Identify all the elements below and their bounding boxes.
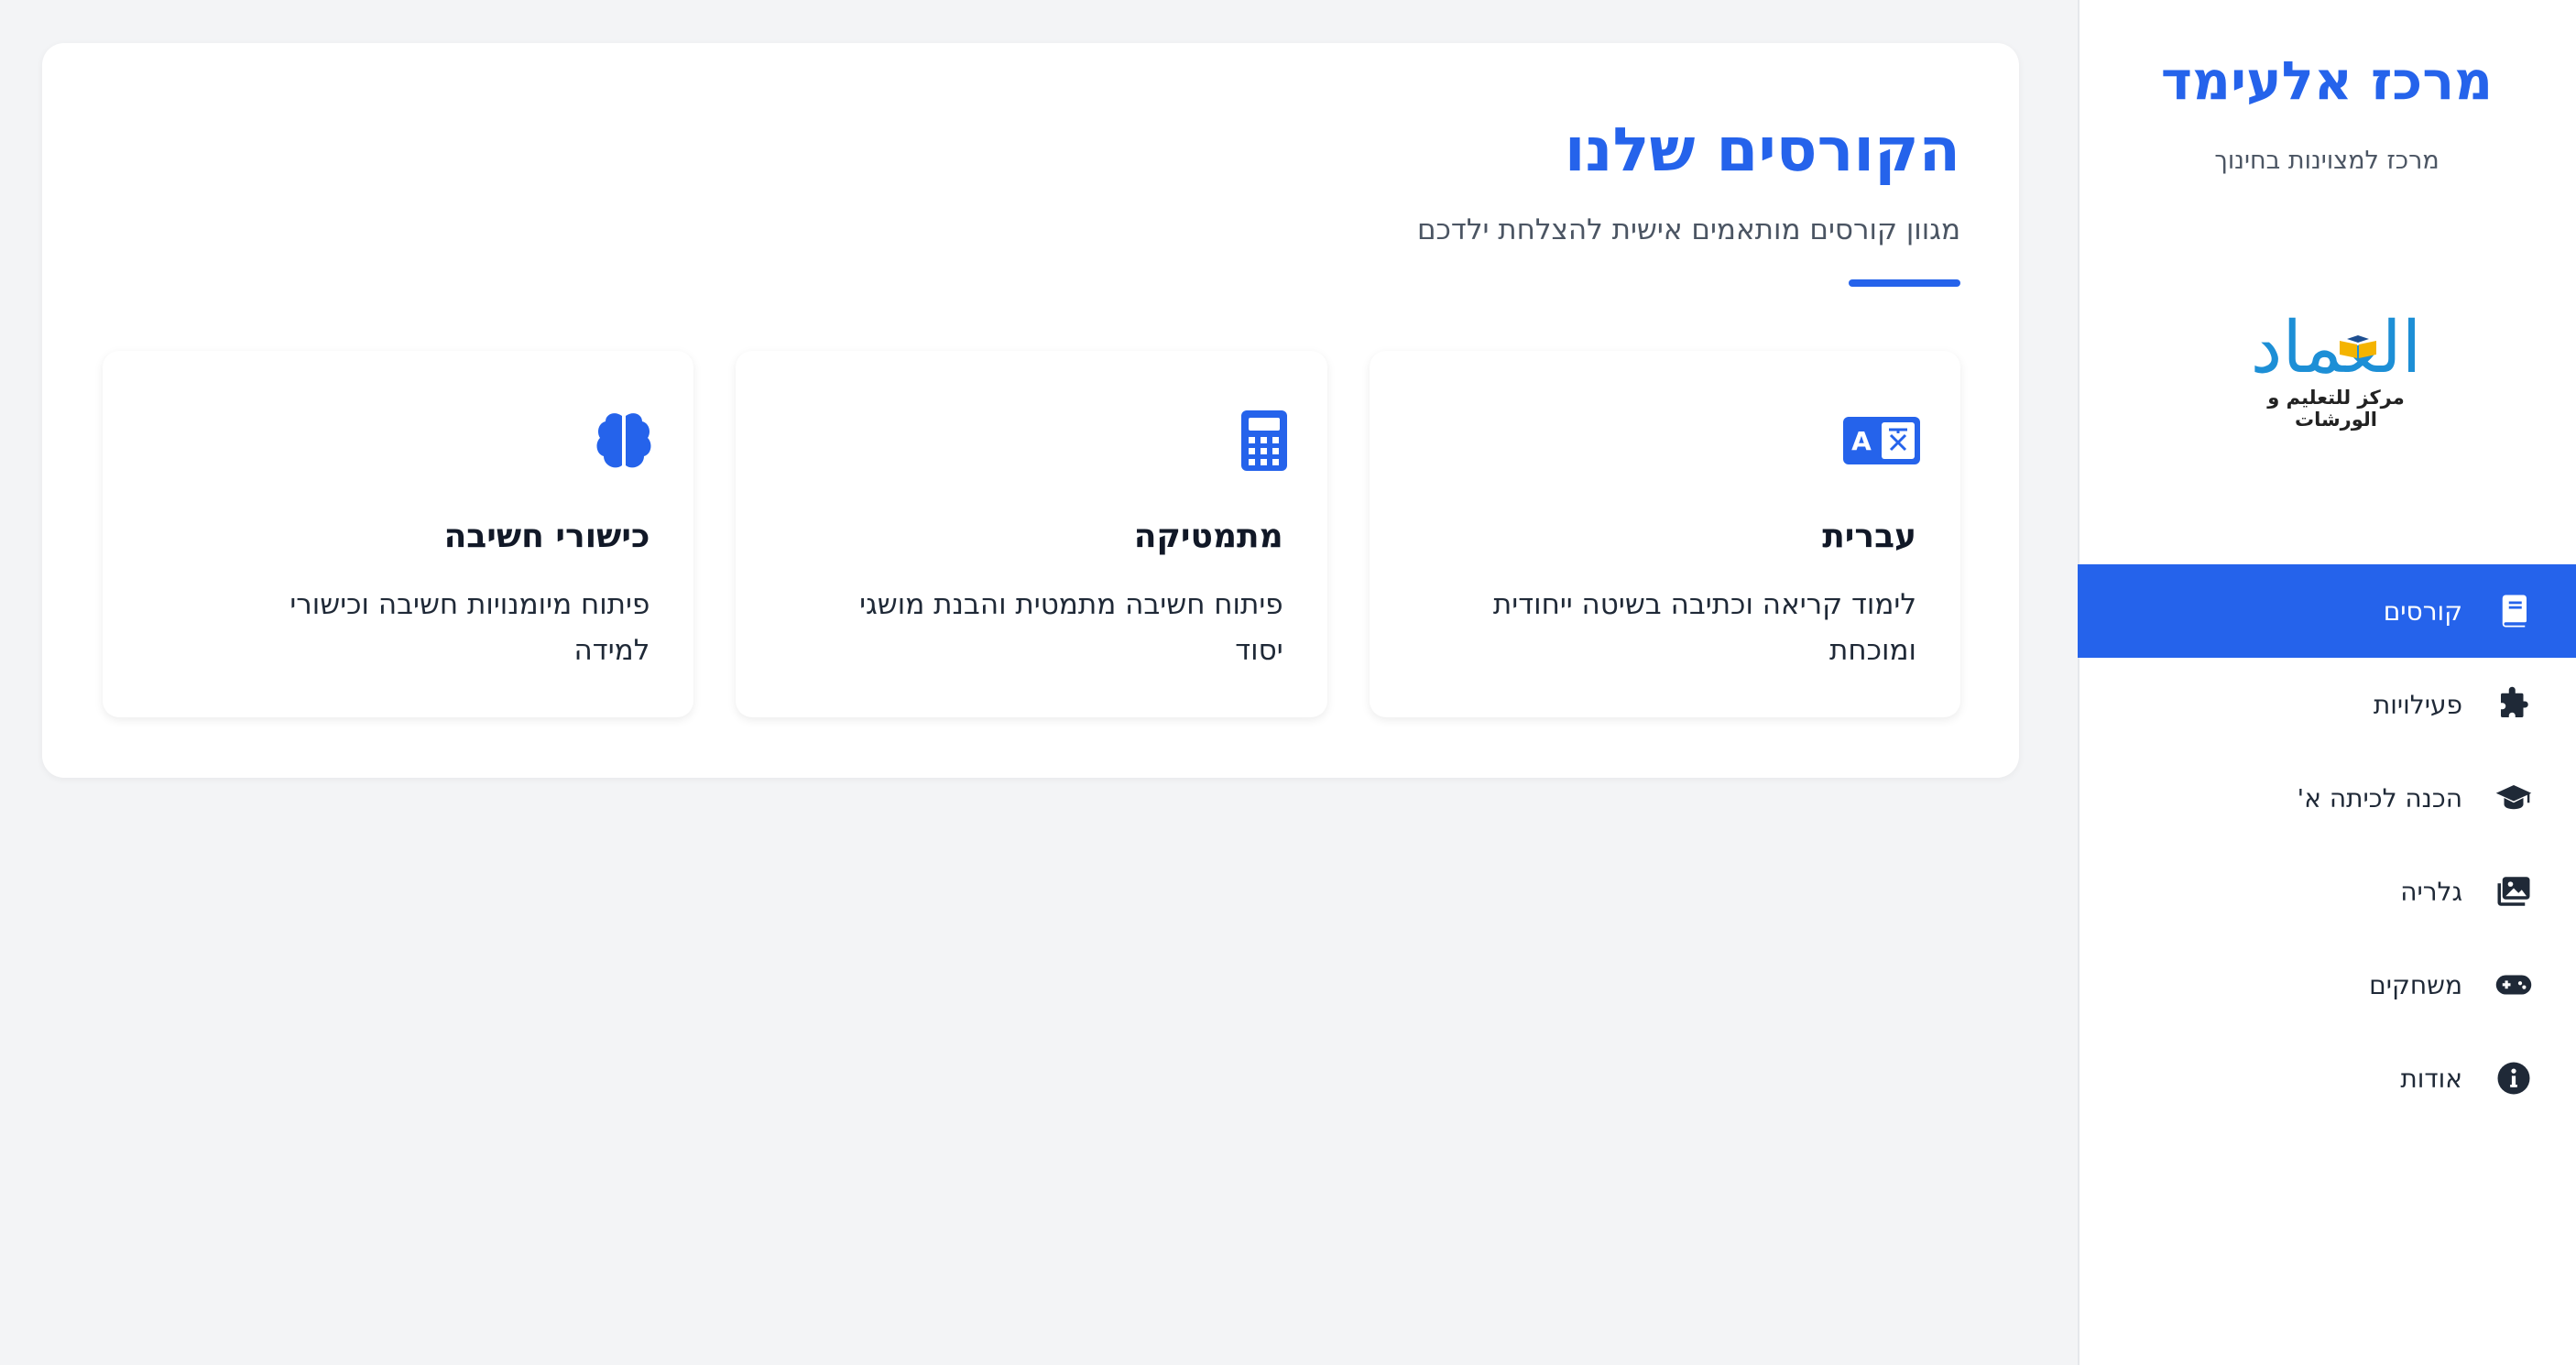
sidebar-item-label: פעילויות (2373, 689, 2462, 720)
sidebar-nav: קורסים פעילויות הכנה לכיתה א' גלריה משחק… (2078, 564, 2576, 1125)
sidebar-item-games[interactable]: משחקים (2078, 938, 2576, 1032)
app-root: מרכז אלעימד מרכז למצוינות בחינוך العماد … (0, 0, 2576, 1365)
sidebar-item-label: הכנה לכיתה א' (2297, 782, 2463, 814)
sidebar-item-label: משחקים (2369, 969, 2462, 1000)
sidebar-item-about[interactable]: אודות (2078, 1032, 2576, 1125)
book-icon (2494, 591, 2534, 631)
gamepad-icon (2494, 965, 2534, 1005)
info-icon (2494, 1058, 2534, 1098)
course-card-hebrew[interactable]: A עברית לימוד קריאה וכתיבה בשיטה ייחודית… (1369, 351, 1960, 717)
logo-text: العماد (2250, 307, 2422, 389)
sidebar-item-label: אודות (2400, 1063, 2462, 1094)
calculator-icon (1210, 406, 1287, 475)
puzzle-icon (2494, 684, 2534, 725)
sidebar-item-label: קורסים (2383, 595, 2462, 627)
course-title: עברית (1822, 518, 1916, 555)
brand-subtitle: מרכז למצוינות בחינוך (2214, 147, 2440, 175)
brain-icon (576, 406, 653, 475)
page-subtitle: מגוון קורסים מותאמים אישית להצלחת ילדכם (1416, 213, 1960, 246)
sidebar-item-grade-one-prep[interactable]: הכנה לכיתה א' (2078, 751, 2576, 845)
sidebar-item-label: גלריה (2400, 876, 2462, 907)
svg-text:A: A (1851, 426, 1872, 456)
course-description: פיתוח מיומנויות חשיבה וכישורי למידה (289, 588, 650, 667)
open-book-icon (2340, 335, 2376, 358)
page-title: הקורסים שלנו (1564, 115, 1960, 185)
graduation-cap-icon (2494, 778, 2534, 818)
title-underline (1849, 279, 1960, 287)
sidebar-item-activities[interactable]: פעילויות (2078, 658, 2576, 751)
course-title: מתמטיקה (1133, 518, 1283, 555)
course-list: A עברית לימוד קריאה וכתיבה בשיטה ייחודית… (103, 351, 1960, 717)
sidebar: מרכז אלעימד מרכז למצוינות בחינוך العماد … (2078, 0, 2576, 1365)
brand-title: מרכז אלעימד (2160, 49, 2494, 112)
logo: العماد مركز للتعليم و الورشات (2235, 302, 2437, 431)
course-title: כישורי חשיבה (443, 518, 650, 555)
course-card-thinking-skills[interactable]: כישורי חשיבה פיתוח מיומנויות חשיבה וכישו… (103, 351, 694, 717)
logo-caption: مركز للتعليم و الورشات (2267, 387, 2405, 431)
course-card-math[interactable]: מתמטיקה פיתוח חשיבה מתמטית והבנת מושגי י… (736, 351, 1327, 717)
sidebar-item-gallery[interactable]: גלריה (2078, 845, 2576, 938)
language-icon: A (1843, 406, 1920, 475)
sidebar-item-courses[interactable]: קורסים (2078, 564, 2576, 658)
course-description: פיתוח חשיבה מתמטית והבנת מושגי יסוד (859, 588, 1283, 667)
course-description: לימוד קריאה וכתיבה בשיטה ייחודית ומוכחת (1492, 588, 1916, 667)
courses-panel: הקורסים שלנו מגוון קורסים מותאמים אישית … (42, 43, 2019, 778)
images-icon (2494, 871, 2534, 912)
